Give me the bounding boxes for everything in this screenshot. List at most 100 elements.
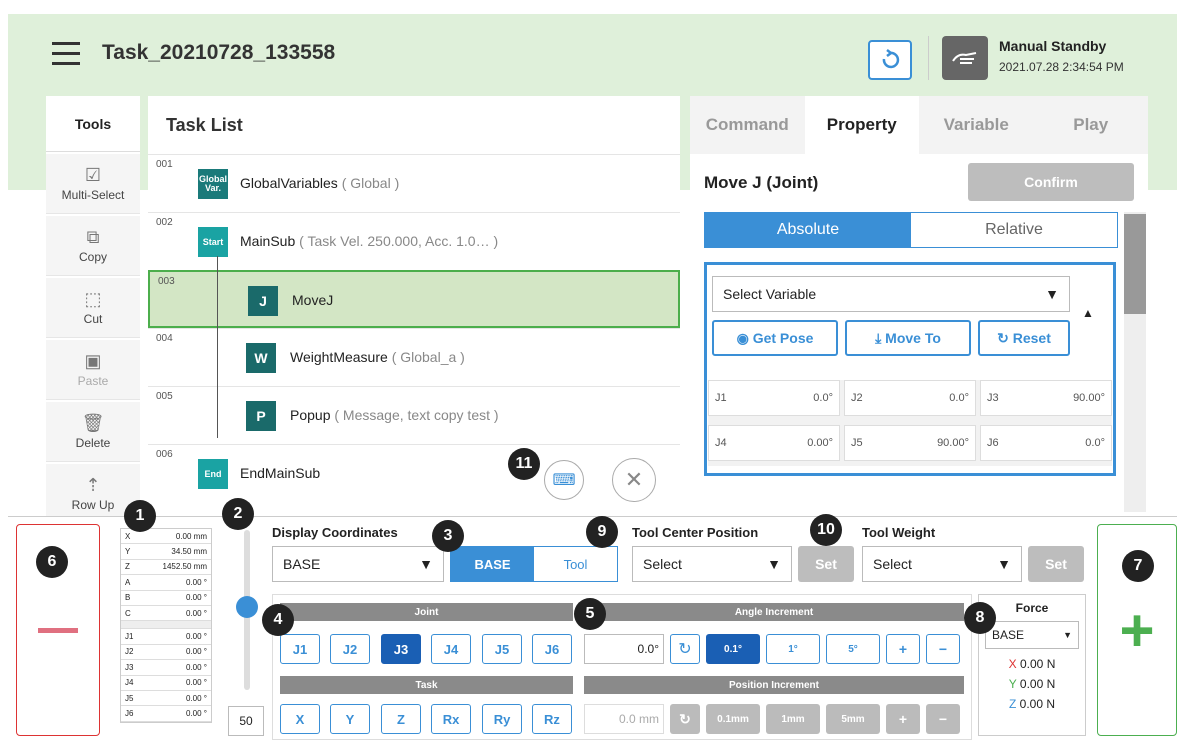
jog-ry-button[interactable]: Ry <box>482 704 522 734</box>
tab-property[interactable]: Property <box>804 96 919 154</box>
joint-value: 90.00° <box>937 437 969 449</box>
display-coordinates-dropdown[interactable]: BASE ▼ <box>272 546 444 582</box>
dropdown-value: BASE <box>992 628 1025 642</box>
angle-minus-button[interactable]: − <box>926 634 960 664</box>
jog-y-button[interactable]: Y <box>330 704 370 734</box>
absolute-button[interactable]: Absolute <box>705 213 911 247</box>
joint-field[interactable]: J1 0.0° <box>708 380 840 416</box>
tool-button[interactable]: Tool <box>534 547 617 581</box>
tab-command[interactable]: Command <box>690 96 805 154</box>
joint-field[interactable]: J5 90.00° <box>844 425 976 461</box>
joint-field[interactable]: J3 90.00° <box>980 380 1112 416</box>
jog-j3-button[interactable]: J3 <box>381 634 421 664</box>
scroll-thumb[interactable] <box>1124 214 1146 314</box>
force-coord-dropdown[interactable]: BASE ▼ <box>985 621 1079 649</box>
status-datetime: 2021.07.28 2:34:54 PM <box>999 60 1124 74</box>
tool-label: Row Up <box>71 498 115 512</box>
task-row[interactable]: 004 W WeightMeasure ( Global_a ) <box>148 328 680 386</box>
move-to-button[interactable]: ⤓ Move To <box>845 320 971 356</box>
tcp-dropdown[interactable]: Select ▼ <box>632 546 792 582</box>
jog-j6-button[interactable]: J6 <box>532 634 572 664</box>
select-variable-dropdown[interactable]: Select Variable ▼ <box>712 276 1070 312</box>
command-title: Move J (Joint) <box>704 173 819 192</box>
tcp-set-button[interactable]: Set <box>798 546 854 582</box>
plus-icon: + <box>1119 596 1155 664</box>
jog-j4-button[interactable]: J4 <box>431 634 471 664</box>
tool-weight-dropdown[interactable]: Select ▼ <box>862 546 1022 582</box>
speed-value[interactable]: 50 <box>228 706 264 736</box>
minus-icon <box>38 627 78 633</box>
select-variable-label: Select Variable <box>723 286 817 302</box>
callout-badge: 2 <box>222 498 254 530</box>
confirm-button[interactable]: Confirm <box>968 163 1134 201</box>
copy-button[interactable]: ⧉ Copy <box>46 216 140 276</box>
row-number: 005 <box>156 391 173 402</box>
tab-variable[interactable]: Variable <box>919 96 1034 154</box>
coord-row: C 0.00 ° <box>121 606 211 622</box>
paste-button[interactable]: ▣ Paste <box>46 340 140 400</box>
task-list-heading: Task List <box>166 114 243 135</box>
row-number: 003 <box>158 276 175 287</box>
joint-field[interactable]: J4 0.00° <box>708 425 840 461</box>
task-row[interactable]: 006 End EndMainSub <box>148 444 680 502</box>
angle-input[interactable]: 0.0° <box>584 634 664 664</box>
tool-weight-set-button[interactable]: Set <box>1028 546 1084 582</box>
tab-play[interactable]: Play <box>1034 96 1149 154</box>
multi-select-button[interactable]: ☑ Multi-Select <box>46 154 140 214</box>
angle-step-1[interactable]: 1° <box>766 634 820 664</box>
callout-badge: 1 <box>124 500 156 532</box>
jog-x-button[interactable]: X <box>280 704 320 734</box>
pos-step-5[interactable]: 5mm <box>826 704 880 734</box>
jog-j5-button[interactable]: J5 <box>482 634 522 664</box>
jog-z-button[interactable]: Z <box>381 704 421 734</box>
task-name: Popup <box>290 407 331 423</box>
joint-label: J5 <box>851 437 863 449</box>
angle-plus-button[interactable]: + <box>886 634 920 664</box>
tab-bar: Command Property Variable Play <box>690 96 1148 154</box>
angle-reset-icon[interactable]: ↻ <box>670 634 700 664</box>
jog-j2-button[interactable]: J2 <box>330 634 370 664</box>
tree-line <box>217 256 218 438</box>
slider-handle[interactable] <box>236 596 258 618</box>
position-input[interactable]: 0.0 mm <box>584 704 664 734</box>
chevron-down-icon: ▼ <box>767 556 781 572</box>
task-bar: Task <box>280 676 573 694</box>
hand-icon[interactable] <box>942 36 988 80</box>
pos-step-0.1[interactable]: 0.1mm <box>706 704 760 734</box>
refresh-icon <box>882 49 900 69</box>
undo-button[interactable] <box>868 40 912 80</box>
task-row[interactable]: 005 P Popup ( Message, text copy test ) <box>148 386 680 444</box>
jog-j1-button[interactable]: J1 <box>280 634 320 664</box>
joint-bar: Joint <box>280 603 573 621</box>
menu-icon[interactable] <box>52 42 80 66</box>
task-row[interactable]: 001 Global Var. GlobalVariables ( Global ) <box>148 154 680 212</box>
callout-badge: 5 <box>574 598 606 630</box>
delete-button[interactable]: 🗑 Delete <box>46 402 140 462</box>
download-icon: ⤓ <box>875 329 886 346</box>
task-sub: ( Global_a ) <box>391 349 465 365</box>
jog-rx-button[interactable]: Rx <box>431 704 471 734</box>
cut-button[interactable]: ⬚ Cut <box>46 278 140 338</box>
keyboard-button[interactable]: ⌨ <box>544 460 584 500</box>
task-row[interactable]: 002 Start MainSub ( Task Vel. 250.000, Acc… <box>148 212 680 270</box>
jog-rz-button[interactable]: Rz <box>532 704 572 734</box>
joint-field[interactable]: J6 0.0° <box>980 425 1112 461</box>
base-button[interactable]: BASE <box>451 547 534 581</box>
get-pose-button[interactable]: ◉ Get Pose <box>712 320 838 356</box>
multi-select-icon: ☑ <box>84 165 102 185</box>
position-reset-icon[interactable]: ↻ <box>670 704 700 734</box>
coord-row: B 0.00 ° <box>121 591 211 606</box>
pos-minus-button[interactable]: − <box>926 704 960 734</box>
pos-step-1[interactable]: 1mm <box>766 704 820 734</box>
angle-step-5[interactable]: 5° <box>826 634 880 664</box>
task-row-selected[interactable]: 003 J MoveJ <box>148 270 680 328</box>
angle-step-0.1[interactable]: 0.1° <box>706 634 760 664</box>
close-icon[interactable]: ✕ <box>612 458 656 502</box>
scrollbar[interactable] <box>1124 212 1146 512</box>
joint-field[interactable]: J2 0.0° <box>844 380 976 416</box>
pos-plus-button[interactable]: + <box>886 704 920 734</box>
collapse-icon[interactable]: ▲ <box>1082 306 1094 320</box>
reset-button[interactable]: ↻ Reset <box>978 320 1070 356</box>
relative-button[interactable]: Relative <box>911 213 1117 247</box>
joint-grid: J1 0.0° J2 0.0° J3 90.00° J4 0.00° J5 90.00° … <box>708 380 1112 466</box>
